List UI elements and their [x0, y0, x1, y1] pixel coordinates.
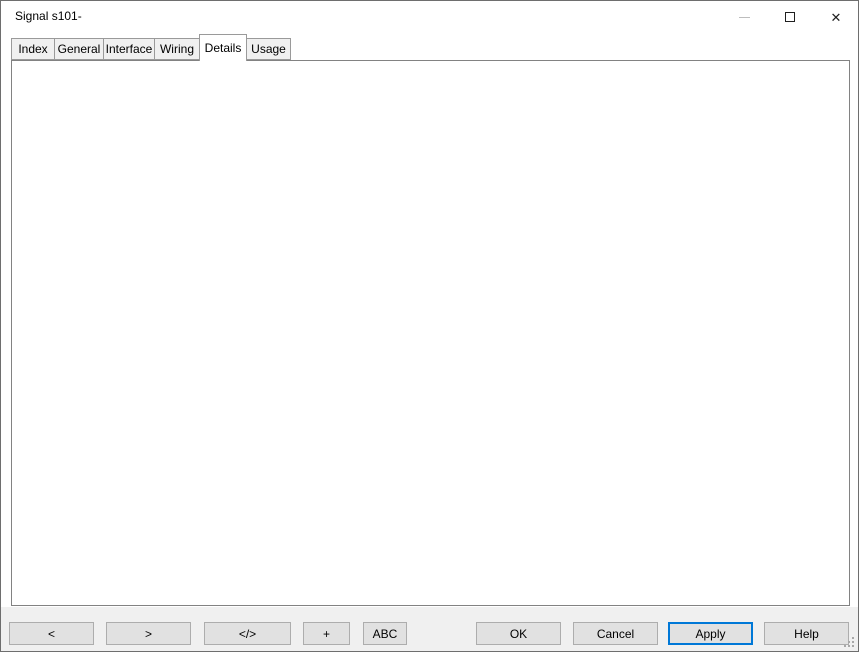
apply-button[interactable]: Apply — [668, 622, 753, 645]
tab-usage[interactable]: Usage — [246, 38, 291, 60]
resize-grip-icon[interactable] — [843, 636, 855, 648]
cancel-button[interactable]: Cancel — [573, 622, 658, 645]
details-tab-page — [11, 60, 850, 606]
tab-strip: IndexGeneralInterfaceWiringDetailsUsage — [11, 38, 291, 60]
dialog-window: Signal s101- ✕ IndexGeneralInterfaceWiri… — [0, 0, 859, 652]
minimize-icon — [739, 17, 750, 18]
tab-wiring[interactable]: Wiring — [154, 38, 200, 60]
code-button[interactable]: </> — [204, 622, 291, 645]
tab-general[interactable]: General — [54, 38, 104, 60]
tab-details[interactable]: Details — [199, 34, 247, 61]
tab-interface[interactable]: Interface — [103, 38, 155, 60]
help-button[interactable]: Help — [764, 622, 849, 645]
titlebar: Signal s101- ✕ — [1, 1, 858, 33]
add-button[interactable]: + — [303, 622, 350, 645]
tab-index[interactable]: Index — [11, 38, 55, 60]
next-button[interactable]: > — [106, 622, 191, 645]
window-title: Signal s101- — [15, 9, 82, 23]
ok-button[interactable]: OK — [476, 622, 561, 645]
maximize-icon — [785, 12, 795, 22]
close-button[interactable]: ✕ — [813, 1, 859, 33]
prev-button[interactable]: < — [9, 622, 94, 645]
abc-button[interactable]: ABC — [363, 622, 407, 645]
minimize-button[interactable] — [721, 1, 767, 33]
maximize-button[interactable] — [767, 1, 813, 33]
close-icon: ✕ — [831, 11, 842, 24]
